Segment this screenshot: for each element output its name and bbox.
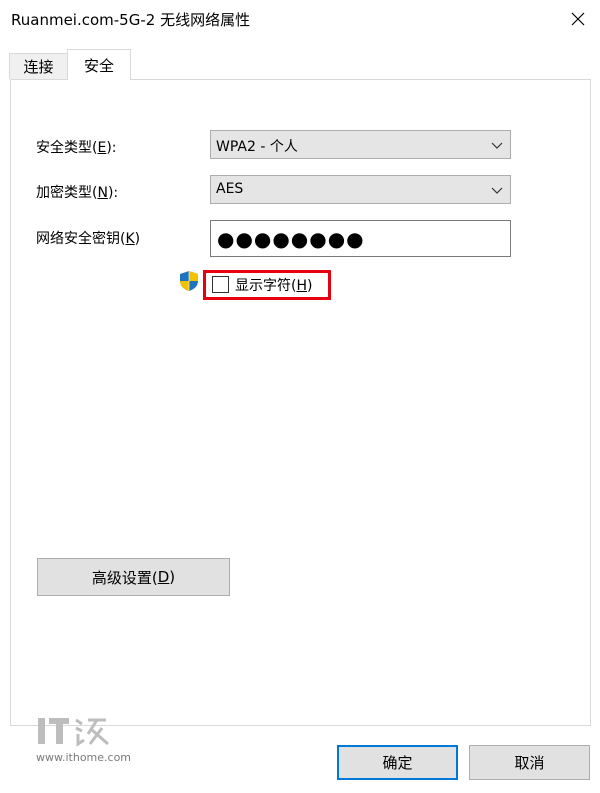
chevron-down-icon bbox=[491, 187, 503, 194]
encryption-type-value: AES bbox=[216, 181, 244, 197]
watermark: www.ithome.com bbox=[36, 714, 136, 766]
encryption-type-select[interactable]: AES bbox=[210, 175, 511, 204]
security-key-label: 网络安全密钥(K) bbox=[36, 231, 141, 247]
advanced-settings-button[interactable]: 高级设置(D) bbox=[37, 558, 230, 596]
window-title: Ruanmei.com-5G-2 无线网络属性 bbox=[11, 11, 251, 29]
show-characters-label[interactable]: 显示字符(H) bbox=[235, 275, 312, 295]
cancel-button[interactable]: 取消 bbox=[469, 745, 590, 780]
encryption-type-label: 加密类型(N): bbox=[36, 185, 119, 201]
security-key-value: ●●●●●●●● bbox=[217, 227, 365, 251]
close-icon bbox=[571, 12, 585, 25]
tab-security-label: 安全 bbox=[83, 56, 114, 75]
security-type-label: 安全类型(E): bbox=[36, 140, 117, 156]
security-type-value: WPA2 - 个人 bbox=[216, 139, 298, 155]
tab-security[interactable]: 安全 bbox=[67, 49, 131, 80]
watermark-url: www.ithome.com bbox=[36, 751, 132, 764]
tab-connection-label: 连接 bbox=[23, 58, 54, 76]
ok-button[interactable]: 确定 bbox=[337, 745, 458, 780]
security-key-input[interactable]: ●●●●●●●● bbox=[210, 220, 511, 257]
security-type-select[interactable]: WPA2 - 个人 bbox=[210, 130, 511, 159]
title-bar: Ruanmei.com-5G-2 无线网络属性 bbox=[0, 0, 600, 37]
tab-connection[interactable]: 连接 bbox=[9, 53, 68, 79]
chevron-down-icon bbox=[491, 142, 503, 149]
shield-icon bbox=[180, 271, 198, 291]
close-button[interactable] bbox=[556, 0, 600, 37]
show-characters-checkbox[interactable] bbox=[212, 276, 229, 293]
ithome-logo bbox=[38, 718, 109, 747]
